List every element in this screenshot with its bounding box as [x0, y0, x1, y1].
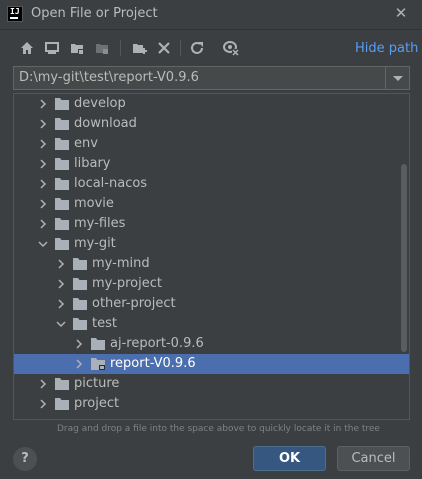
- folder-icon: [54, 177, 70, 191]
- chevron-right-icon[interactable]: [74, 359, 84, 369]
- chevron-right-icon[interactable]: [56, 259, 66, 269]
- tree-row[interactable]: aj-report-0.9.6: [14, 334, 409, 354]
- path-input[interactable]: D:\my-git\test\report-V0.9.6: [19, 70, 199, 85]
- chevron-right-icon[interactable]: [38, 159, 48, 169]
- tree-row[interactable]: my-files: [14, 214, 409, 234]
- folder-icon: [72, 277, 88, 291]
- delete-icon[interactable]: [155, 39, 173, 57]
- cancel-button[interactable]: Cancel: [337, 446, 410, 471]
- title-bar: IJ Open File or Project ✕: [0, 0, 422, 30]
- folder-icon: [54, 157, 70, 171]
- chevron-down-icon[interactable]: [385, 67, 409, 89]
- tree-row[interactable]: my-mind: [14, 254, 409, 274]
- tree-row-label: my-files: [74, 216, 126, 231]
- module-folder-icon[interactable]: [93, 39, 111, 57]
- folder-icon: [72, 257, 88, 271]
- drag-drop-hint: Drag and drop a file into the space abov…: [57, 424, 380, 434]
- chevron-right-icon[interactable]: [38, 379, 48, 389]
- chevron-right-icon[interactable]: [38, 139, 48, 149]
- show-hidden-icon[interactable]: [222, 39, 240, 57]
- tree-row-label: movie: [74, 196, 114, 211]
- chevron-right-icon[interactable]: [38, 199, 48, 209]
- chevron-right-icon[interactable]: [38, 219, 48, 229]
- file-tree[interactable]: develop download env libary local-nacos movie…: [13, 93, 410, 420]
- tree-row-label: my-git: [74, 236, 116, 251]
- chevron-right-icon[interactable]: [56, 279, 66, 289]
- ok-button[interactable]: OK: [253, 446, 326, 471]
- tree-row-label: my-mind: [92, 256, 150, 271]
- path-combobox[interactable]: D:\my-git\test\report-V0.9.6: [13, 66, 410, 90]
- tree-row[interactable]: report-V0.9.6: [14, 354, 409, 374]
- tree-row-label: develop: [74, 96, 126, 111]
- hide-path-link[interactable]: Hide path: [355, 41, 418, 56]
- tree-row[interactable]: test: [14, 314, 409, 334]
- tree-row[interactable]: env: [14, 134, 409, 154]
- tree-row[interactable]: develop: [14, 94, 409, 114]
- tree-row-label: test: [92, 316, 117, 331]
- tree-row-label: my-project: [92, 276, 162, 291]
- folder-icon: [54, 97, 70, 111]
- folder-icon: [54, 117, 70, 131]
- tree-row-label: aj-report-0.9.6: [110, 336, 204, 351]
- folder-icon: [72, 297, 88, 311]
- refresh-icon[interactable]: [188, 39, 206, 57]
- help-button[interactable]: ?: [13, 447, 37, 471]
- tree-row[interactable]: libary: [14, 154, 409, 174]
- toolbar: Hide path: [0, 36, 422, 62]
- new-folder-icon[interactable]: [130, 39, 148, 57]
- chevron-down-icon[interactable]: [38, 239, 48, 249]
- folder-icon: [54, 397, 70, 411]
- tree-row[interactable]: download: [14, 114, 409, 134]
- tree-row-label: project: [74, 396, 120, 411]
- desktop-icon[interactable]: [43, 39, 61, 57]
- tree-row-label: report-V0.9.6: [110, 356, 196, 371]
- project-folder-icon: [90, 357, 106, 371]
- tree-row-label: picture: [74, 376, 120, 391]
- tree-row[interactable]: my-project: [14, 274, 409, 294]
- window-title: Open File or Project: [31, 6, 158, 21]
- tree-scrollbar[interactable]: [401, 164, 407, 352]
- chevron-right-icon[interactable]: [38, 119, 48, 129]
- tree-row[interactable]: other-project: [14, 294, 409, 314]
- home-icon[interactable]: [18, 39, 36, 57]
- chevron-right-icon[interactable]: [38, 179, 48, 189]
- project-folder-icon[interactable]: [68, 39, 86, 57]
- chevron-right-icon[interactable]: [56, 299, 66, 309]
- tree-row[interactable]: project: [14, 394, 409, 414]
- chevron-right-icon[interactable]: [38, 399, 48, 409]
- folder-icon: [90, 337, 106, 351]
- folder-icon: [54, 197, 70, 211]
- tree-row-label: local-nacos: [74, 176, 148, 191]
- tree-row[interactable]: movie: [14, 194, 409, 214]
- tree-row-label: env: [74, 136, 98, 151]
- folder-icon: [54, 237, 70, 251]
- chevron-down-icon[interactable]: [56, 319, 66, 329]
- tree-row[interactable]: my-git: [14, 234, 409, 254]
- tree-row-label: download: [74, 116, 137, 131]
- folder-icon: [72, 317, 88, 331]
- close-icon[interactable]: ✕: [393, 4, 409, 22]
- tree-row[interactable]: picture: [14, 374, 409, 394]
- tree-row-label: libary: [74, 156, 111, 171]
- folder-icon: [54, 137, 70, 151]
- tree-row-label: other-project: [92, 296, 176, 311]
- tree-row[interactable]: local-nacos: [14, 174, 409, 194]
- intellij-logo-icon: IJ: [7, 6, 23, 22]
- chevron-right-icon[interactable]: [38, 99, 48, 109]
- folder-icon: [54, 377, 70, 391]
- chevron-right-icon[interactable]: [74, 339, 84, 349]
- folder-icon: [54, 217, 70, 231]
